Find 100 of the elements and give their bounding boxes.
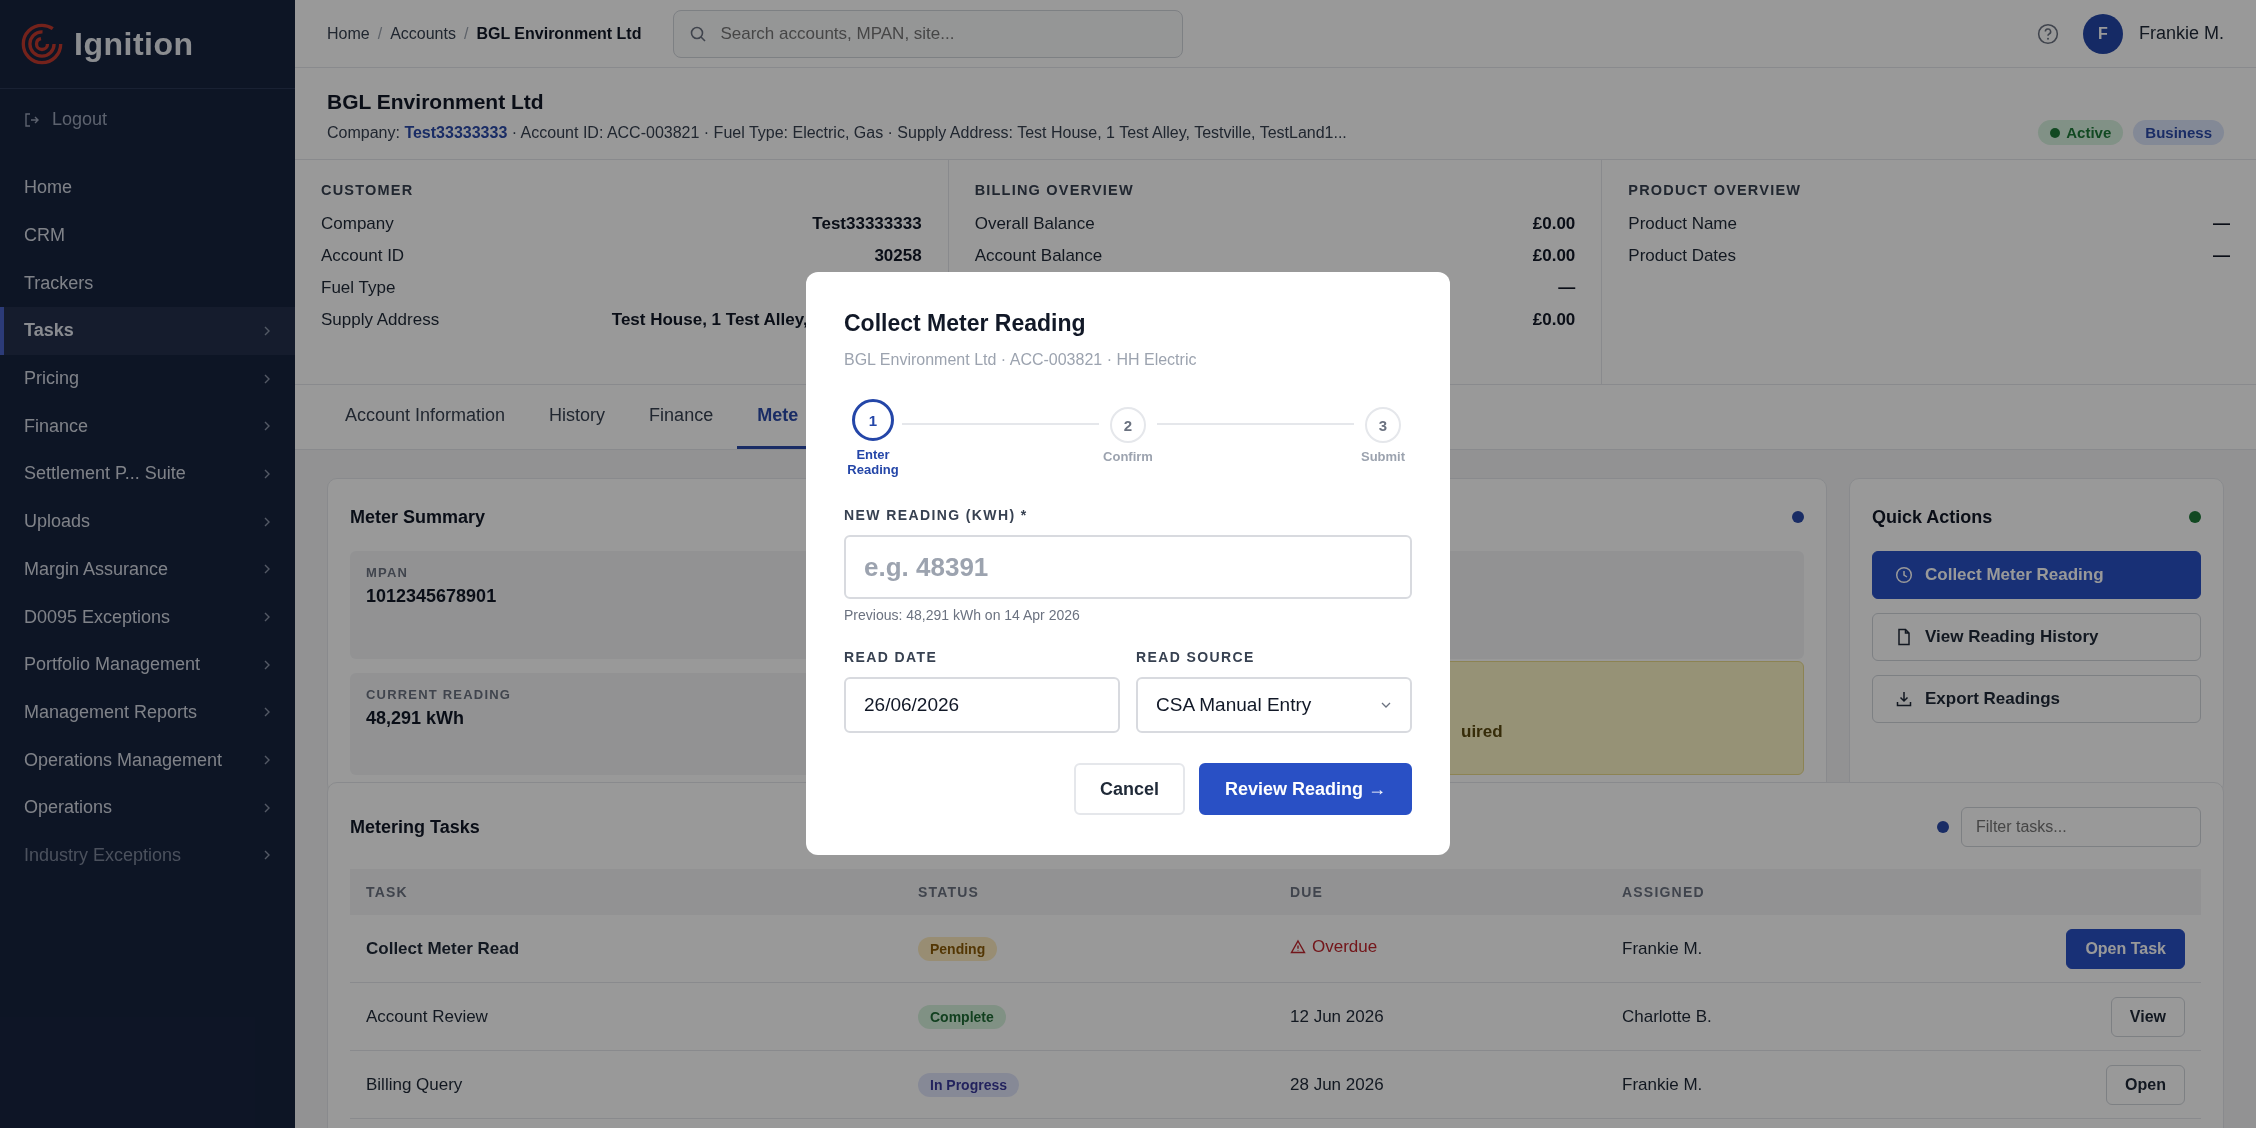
row-action-button[interactable]: Open Task — [2066, 928, 2185, 969]
action-button[interactable]: Export Readings — [1872, 675, 2201, 723]
user-avatar[interactable]: F — [2082, 13, 2123, 54]
field-value: — — [2213, 214, 2230, 234]
chevron-icon — [263, 658, 271, 671]
reading-input[interactable]: e.g. 48391 — [844, 535, 1412, 599]
tab[interactable]: History — [529, 385, 626, 449]
tab[interactable]: Finance — [629, 385, 734, 449]
field-label: Product Dates — [1628, 246, 1737, 266]
company-link[interactable]: Test33333333 — [812, 214, 922, 234]
chevron-icon — [263, 801, 271, 814]
field-label: Fuel Type — [321, 278, 396, 298]
account-meta: Company: Test33333333 · Account ID: ACC-003821 · Fuel Type: Electric, Gas · Supply Address: Test House, 1 Test Alley, Testville, TestLand1... — [327, 124, 1347, 142]
nav-item[interactable]: Home — [0, 164, 295, 212]
field-label: READ SOURCE — [1136, 649, 1256, 665]
breadcrumb-link[interactable]: Home — [327, 24, 370, 43]
chevron-icon — [263, 611, 271, 624]
help-icon[interactable] — [2036, 22, 2059, 45]
clock-icon — [1895, 566, 1913, 584]
field-label: Account Balance — [974, 246, 1103, 266]
tab[interactable]: Account Information — [325, 385, 526, 449]
field-value: — — [2213, 246, 2230, 266]
nav-item[interactable]: Operations — [0, 783, 295, 832]
nav-item[interactable]: Management Reports — [0, 688, 295, 737]
row-action-button[interactable]: Open — [2106, 1064, 2185, 1105]
chevron-icon — [263, 515, 271, 528]
step-label: Enter Reading — [846, 447, 900, 477]
action-button[interactable]: Collect Meter Reading — [1872, 551, 2201, 599]
chevron-icon — [263, 563, 271, 576]
chevron-icon — [1380, 701, 1392, 709]
nav-item[interactable]: Operations Management — [0, 736, 295, 784]
date-input[interactable]: 26/06/2026 — [844, 677, 1120, 733]
column-header: TASK — [366, 884, 408, 900]
assignee: Frankie M. — [1622, 1074, 1703, 1094]
due-date: 12 Jun 2026 — [1290, 1006, 1384, 1026]
field-label: Supply Address — [321, 310, 440, 330]
status-badge: Business — [2133, 120, 2224, 145]
search-icon — [689, 24, 708, 43]
chevron-icon — [263, 467, 271, 480]
chevron-icon — [263, 420, 271, 433]
chevron-icon — [263, 849, 271, 862]
breadcrumb-link[interactable]: Accounts — [390, 24, 456, 43]
nav-item[interactable]: Margin Assurance — [0, 545, 295, 594]
tile-label: MPAN — [366, 565, 410, 580]
nav-item[interactable]: Settlement P... Suite — [0, 450, 295, 498]
alert-text: uired — [1461, 722, 1503, 742]
column-header: STATUS — [918, 884, 980, 900]
brand-name: Ignition — [74, 25, 194, 63]
nav-item[interactable]: Tasks — [0, 307, 295, 355]
chevron-icon — [263, 372, 271, 385]
field-value: Test House, 1 Test Alley, — [611, 310, 808, 330]
nav-item[interactable]: Uploads — [0, 497, 295, 546]
review-button[interactable]: Review Reading → — [1198, 763, 1412, 815]
chevron-icon — [263, 706, 271, 719]
search-field[interactable]: Search accounts, MPAN, site... — [673, 9, 1184, 58]
action-button[interactable]: View Reading History — [1872, 613, 2201, 661]
panel-heading: PRODUCT OVERVIEW — [1628, 182, 1803, 198]
field-label: Product Name — [1628, 214, 1737, 234]
company-link[interactable]: Test33333333 — [404, 124, 508, 141]
status-badge: In Progress — [918, 1072, 1020, 1097]
status-dot — [2189, 511, 2201, 523]
field-label: Company — [321, 214, 394, 234]
nav-item[interactable]: D0095 Exceptions — [0, 593, 295, 641]
column-header: DUE — [1290, 884, 1324, 900]
tile-value: 1012345678901 — [366, 586, 498, 607]
chevron-icon — [263, 324, 271, 337]
modal-subtitle: BGL Environment Ltd · ACC-003821 · HH Electric — [844, 351, 1198, 369]
step-circle: 2 — [1110, 407, 1146, 443]
assignee: Charlotte B. — [1622, 1006, 1712, 1026]
row-action-button[interactable]: View — [2110, 996, 2185, 1037]
field-label: READ DATE — [844, 649, 939, 665]
panel-heading: BILLING OVERVIEW — [974, 182, 1135, 198]
step-label: Confirm — [1103, 449, 1153, 464]
download-icon — [1895, 690, 1913, 708]
task-name: Collect Meter Read — [366, 938, 520, 958]
step-circle: 1 — [852, 399, 894, 441]
user-name: Frankie M. — [2138, 23, 2224, 44]
logo-icon — [20, 22, 64, 66]
nav-item[interactable]: Portfolio Management — [0, 640, 295, 689]
logout-link[interactable]: Logout — [0, 89, 132, 150]
field-value: — — [1558, 278, 1576, 298]
status-dot — [1937, 821, 1949, 833]
card-title: Quick Actions — [1872, 506, 1993, 528]
chevron-icon — [263, 754, 271, 767]
card-title: Meter Summary — [350, 506, 486, 528]
due-date: 28 Jun 2026 — [1290, 1074, 1384, 1094]
status-dot — [1792, 511, 1804, 523]
warning-icon — [1290, 939, 1306, 955]
tile-label: CURRENT READING — [366, 687, 513, 702]
filter-field[interactable]: Filter tasks... — [1961, 807, 2201, 847]
nav-item[interactable]: Finance — [0, 402, 295, 451]
source-select[interactable]: CSA Manual Entry — [1136, 677, 1412, 733]
cancel-button[interactable]: Cancel — [1073, 763, 1185, 815]
tile-value: 48,291 kWh — [366, 708, 466, 729]
field-value: £0.00 — [1532, 214, 1576, 234]
nav-item[interactable]: CRM — [0, 211, 295, 260]
field-label: NEW READING (KWH) * — [844, 507, 1029, 523]
field-hint: Previous: 48,291 kWh on 14 Apr 2026 — [844, 607, 1081, 623]
breadcrumb-separator: / — [377, 24, 383, 43]
account-title: BGL Environment Ltd — [327, 90, 545, 114]
